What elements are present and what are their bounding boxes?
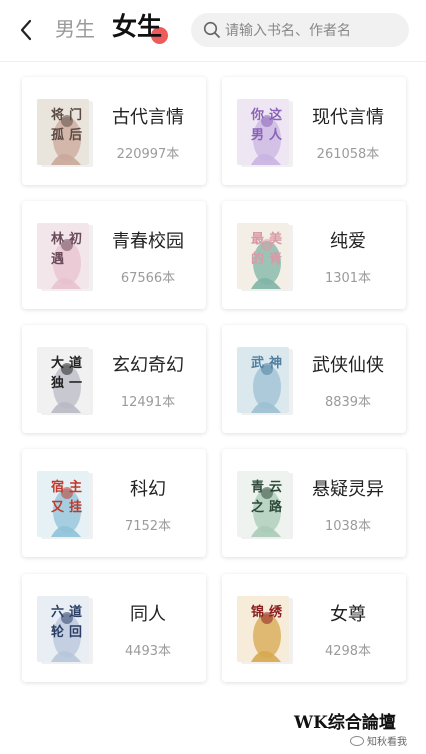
svg-text:宿: 宿: [51, 479, 64, 495]
book-cover: 锦绣: [237, 596, 289, 662]
svg-text:六: 六: [51, 604, 64, 620]
category-title: 玄幻奇幻: [112, 355, 184, 376]
category-count: 7152本: [124, 519, 172, 534]
category-card[interactable]: 六道轮回 同人 4493本: [22, 574, 206, 682]
svg-text:路: 路: [269, 499, 283, 515]
category-count: 12491本: [120, 395, 176, 410]
svg-text:武: 武: [251, 355, 264, 371]
category-title: 悬疑灵异: [312, 479, 384, 500]
svg-text:青: 青: [251, 479, 264, 495]
category-title: 现代言情: [312, 107, 384, 128]
category-title: 武侠仙侠: [312, 355, 384, 376]
svg-text:回: 回: [69, 625, 82, 640]
svg-text:你: 你: [250, 107, 264, 123]
category-count: 4493本: [124, 644, 172, 659]
svg-text:道: 道: [69, 355, 82, 371]
svg-text:门: 门: [69, 107, 82, 123]
svg-text:大: 大: [51, 355, 64, 371]
svg-text:遇: 遇: [51, 252, 64, 267]
category-count: 220997本: [116, 147, 180, 162]
book-cover: 你这男人: [237, 99, 289, 165]
svg-text:这: 这: [269, 107, 282, 123]
svg-text:轮: 轮: [51, 624, 64, 640]
category-title: 青春校园: [112, 231, 184, 252]
category-card[interactable]: 将门孤后 古代言情 220997本: [22, 77, 206, 185]
svg-text:云: 云: [269, 480, 282, 495]
wechat-logo-icon: [350, 735, 364, 746]
category-title: 同人: [130, 604, 166, 625]
category-count: 1038本: [324, 519, 372, 534]
watermark-logo: 知秋看我: [350, 733, 407, 748]
watermark-text: WK综合論壇: [294, 713, 396, 733]
category-card[interactable]: 你这男人 现代言情 261058本: [222, 77, 406, 185]
category-card[interactable]: 锦绣 女尊 4298本: [222, 574, 406, 682]
svg-text:青: 青: [269, 251, 282, 267]
svg-text:初: 初: [69, 231, 82, 247]
category-count: 8839本: [324, 395, 372, 410]
svg-text:最: 最: [251, 232, 265, 247]
book-cover: 六道轮回: [37, 596, 89, 662]
category-card[interactable]: 林初遇 青春校园 67566本: [22, 201, 206, 309]
category-grid: 将门孤后 古代言情 220997本 你这男人 现代言情 261058本林初遇 青春校园 675…: [0, 0, 426, 754]
svg-text:独: 独: [51, 375, 64, 391]
category-count: 1301本: [324, 271, 372, 286]
svg-text:神: 神: [269, 355, 282, 371]
category-card[interactable]: 最美的青 纯爱 1301本: [222, 201, 406, 309]
category-card[interactable]: 大道独一 玄幻奇幻 12491本: [22, 325, 206, 433]
category-title: 科幻: [130, 479, 166, 500]
svg-text:之: 之: [251, 499, 264, 515]
category-title: 古代言情: [112, 107, 184, 128]
svg-text:将: 将: [51, 107, 64, 123]
svg-text:挂: 挂: [69, 499, 82, 515]
svg-text:一: 一: [69, 376, 82, 391]
svg-text:主: 主: [69, 479, 82, 495]
book-cover: 最美的青: [237, 223, 289, 289]
svg-text:林: 林: [51, 231, 64, 247]
category-title: 女尊: [330, 604, 366, 625]
category-count: 4298本: [324, 644, 372, 659]
watermark-logo-text: 知秋看我: [367, 737, 407, 748]
book-cover: 大道独一: [37, 347, 89, 413]
book-cover: 武神: [237, 347, 289, 413]
book-cover: 林初遇: [37, 223, 89, 289]
category-card[interactable]: 武神 武侠仙侠 8839本: [222, 325, 406, 433]
book-cover: 将门孤后: [37, 99, 89, 165]
svg-text:绣: 绣: [269, 604, 283, 620]
svg-text:孤: 孤: [51, 127, 64, 143]
category-card[interactable]: 青云之路 悬疑灵异 1038本: [222, 449, 406, 557]
book-cover: 宿主又挂: [37, 471, 89, 537]
category-count: 67566本: [120, 271, 176, 286]
svg-text:锦: 锦: [251, 604, 264, 620]
book-cover: 青云之路: [237, 471, 289, 537]
svg-text:又: 又: [50, 500, 65, 515]
svg-text:美: 美: [269, 231, 283, 247]
svg-text:的: 的: [251, 251, 264, 267]
category-count: 261058本: [316, 147, 380, 162]
svg-text:男: 男: [251, 128, 264, 143]
svg-text:人: 人: [269, 127, 283, 143]
svg-text:后: 后: [69, 127, 82, 143]
category-title: 纯爱: [330, 231, 366, 252]
svg-text:道: 道: [69, 604, 82, 620]
category-card[interactable]: 宿主又挂 科幻 7152本: [22, 449, 206, 557]
